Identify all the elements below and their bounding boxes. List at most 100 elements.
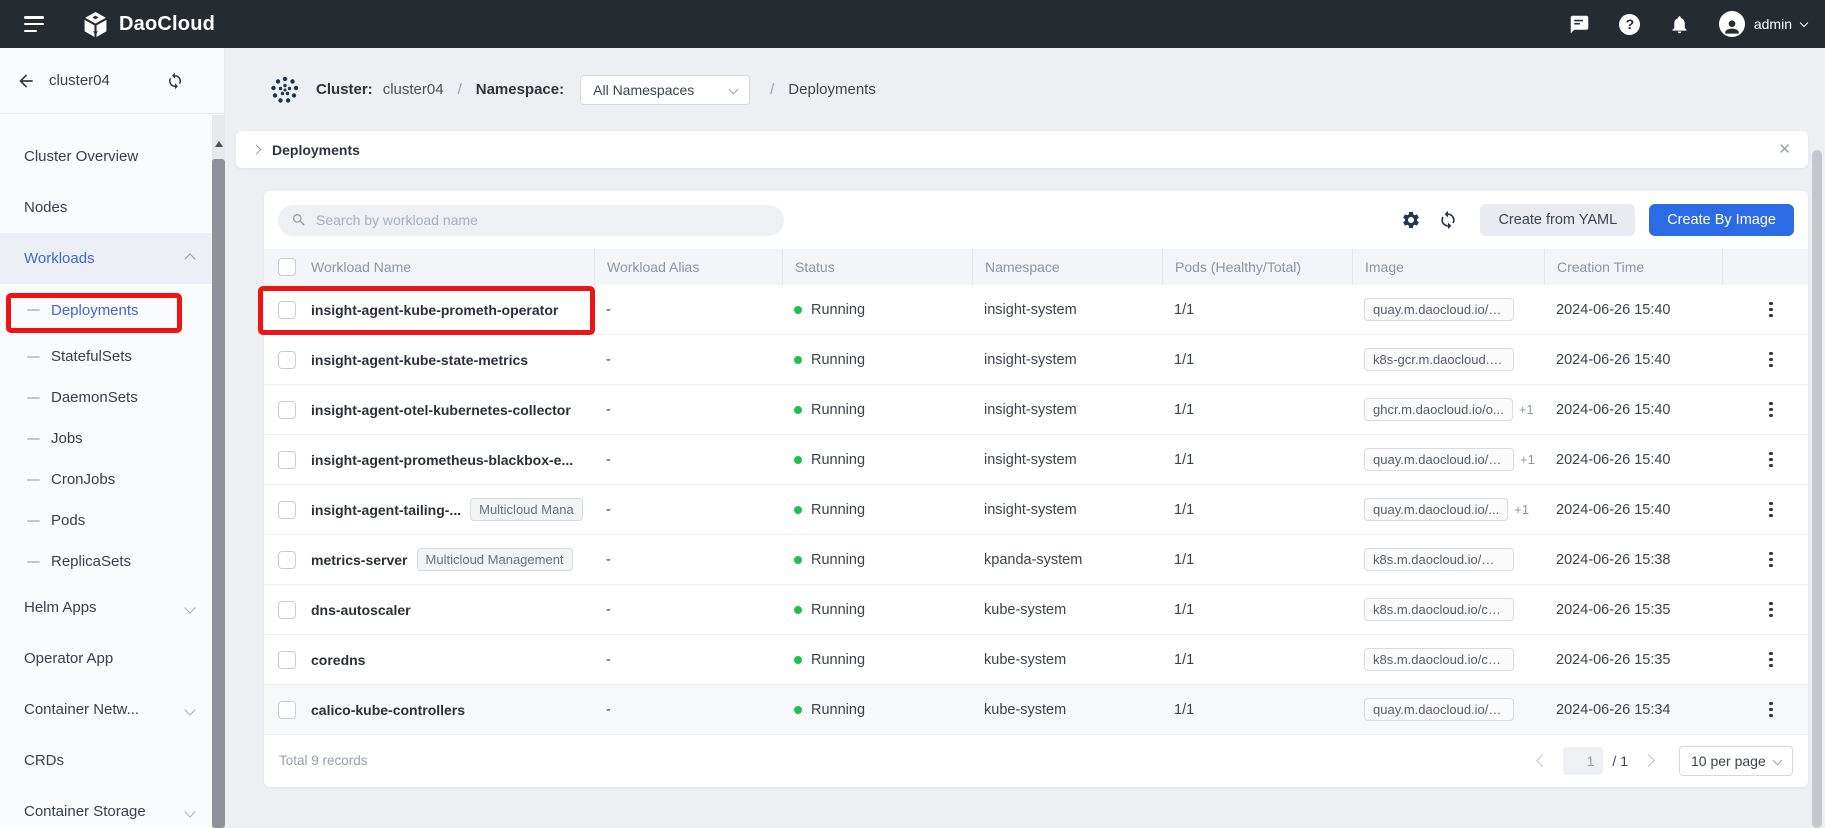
create-from-yaml-button[interactable]: Create from YAML — [1480, 204, 1635, 236]
menu-toggle-icon[interactable] — [24, 16, 46, 32]
tab-close-icon[interactable]: ✕ — [1778, 142, 1791, 157]
table-row[interactable]: insight-agent-kube-prometh-operator-Runn… — [264, 285, 1808, 335]
chat-icon[interactable] — [1569, 13, 1591, 35]
breadcrumb-separator: / — [458, 81, 462, 98]
user-menu[interactable]: admin — [1719, 11, 1807, 37]
search-input[interactable]: Search by workload name — [278, 205, 784, 236]
sidebar-scrollbar-thumb[interactable] — [212, 159, 225, 828]
row-actions-menu-icon[interactable] — [1759, 648, 1783, 672]
table-footer: Total 9 records 1 / 1 10 per page — [264, 735, 1808, 786]
sidebar-item-statefulsets[interactable]: StatefulSets — [0, 336, 224, 377]
namespace-select[interactable]: All Namespaces — [580, 75, 750, 105]
sidebar-item-container-netw[interactable]: Container Netw... — [0, 684, 224, 735]
row-actions-menu-icon[interactable] — [1759, 698, 1783, 722]
workload-name-link[interactable]: dns-autoscaler — [311, 602, 411, 618]
sidebar-item-workloads[interactable]: Workloads — [0, 233, 224, 284]
cluster-switch-icon[interactable] — [166, 72, 184, 90]
sidebar-item-operator-app[interactable]: Operator App — [0, 633, 224, 684]
status-text: Running — [811, 502, 865, 518]
workload-name-link[interactable]: insight-agent-kube-prometh-operator — [311, 302, 558, 318]
row-checkbox[interactable] — [278, 351, 296, 369]
row-checkbox[interactable] — [278, 501, 296, 519]
back-icon[interactable] — [16, 71, 36, 91]
row-actions-menu-icon[interactable] — [1759, 298, 1783, 322]
row-checkbox[interactable] — [278, 451, 296, 469]
workload-name-link[interactable]: coredns — [311, 652, 365, 668]
sidebar-item-nodes[interactable]: Nodes — [0, 182, 224, 233]
table-row[interactable]: coredns-Runningkube-system1/1k8s.m.daocl… — [264, 635, 1808, 685]
prev-page-icon[interactable] — [1537, 754, 1550, 767]
tab-deployments[interactable]: Deployments ✕ — [236, 131, 1808, 168]
workload-alias: - — [594, 502, 782, 518]
sidebar-item-crds[interactable]: CRDs — [0, 735, 224, 786]
cluster-value[interactable]: cluster04 — [383, 81, 444, 98]
workload-name-link[interactable]: insight-agent-prometheus-blackbox-e... — [311, 452, 573, 468]
workload-name-link[interactable]: insight-agent-tailing-... — [311, 502, 461, 518]
row-checkbox[interactable] — [278, 551, 296, 569]
sidebar-scrollbar[interactable] — [212, 115, 225, 828]
namespace-value: insight-system — [972, 502, 1162, 518]
row-actions-menu-icon[interactable] — [1759, 498, 1783, 522]
sidebar-item-cronjobs[interactable]: CronJobs — [0, 459, 224, 500]
per-page-select[interactable]: 10 per page — [1679, 746, 1793, 776]
page-input[interactable]: 1 — [1563, 747, 1603, 775]
next-page-icon[interactable] — [1642, 754, 1655, 767]
sub-item-dash — [27, 309, 40, 311]
bell-icon[interactable] — [1669, 13, 1691, 35]
table-row[interactable]: insight-agent-otel-kubernetes-collector -… — [264, 385, 1808, 435]
sidebar-item-replicasets[interactable]: ReplicaSets — [0, 541, 224, 582]
sidebar-item-jobs[interactable]: Jobs — [0, 418, 224, 459]
workload-name-link[interactable]: calico-kube-controllers — [311, 702, 465, 718]
creation-time: 2024-06-26 15:34 — [1544, 702, 1722, 718]
table-row[interactable]: insight-agent-prometheus-blackbox-e...-R… — [264, 435, 1808, 485]
row-checkbox[interactable] — [278, 651, 296, 669]
row-actions-menu-icon[interactable] — [1759, 598, 1783, 622]
pods-count: 1/1 — [1162, 502, 1352, 518]
table-row[interactable]: dns-autoscaler-Runningkube-system1/1k8s.… — [264, 585, 1808, 635]
sidebar-item-cluster-overview[interactable]: Cluster Overview — [0, 131, 224, 182]
row-actions-menu-icon[interactable] — [1759, 398, 1783, 422]
row-actions-menu-icon[interactable] — [1759, 448, 1783, 472]
chevron-down-icon — [184, 806, 195, 817]
sidebar-item-deployments[interactable]: Deployments — [0, 284, 224, 336]
row-checkbox[interactable] — [278, 401, 296, 419]
table-row[interactable]: insight-agent-kube-state-metrics-Running… — [264, 335, 1808, 385]
create-by-image-button[interactable]: Create By Image — [1649, 204, 1794, 236]
main-scrollbar[interactable] — [1812, 150, 1822, 828]
sidebar-item-pods[interactable]: Pods — [0, 500, 224, 541]
row-actions-menu-icon[interactable] — [1759, 348, 1783, 372]
col-workload-alias: Workload Alias — [594, 249, 782, 285]
scroll-up-arrow-icon[interactable] — [215, 141, 223, 147]
chevron-down-icon — [729, 85, 739, 95]
sidebar-item-container-storage[interactable]: Container Storage — [0, 786, 224, 828]
breadcrumb: Cluster: cluster04 / Namespace: All Name… — [225, 48, 1825, 131]
row-checkbox[interactable] — [278, 701, 296, 719]
sidebar-item-daemonsets[interactable]: DaemonSets — [0, 377, 224, 418]
refresh-icon[interactable] — [1438, 210, 1458, 230]
help-icon[interactable]: ? — [1619, 13, 1641, 35]
workload-name-link[interactable]: insight-agent-kube-state-metrics — [311, 352, 528, 368]
table-row[interactable]: calico-kube-controllers-Runningkube-syst… — [264, 685, 1808, 735]
image-extra-count: +1 — [1519, 402, 1534, 417]
row-actions-menu-icon[interactable] — [1759, 548, 1783, 572]
pods-count: 1/1 — [1162, 452, 1352, 468]
breadcrumb-separator: / — [770, 81, 774, 98]
select-all-checkbox[interactable] — [278, 258, 296, 276]
sidebar: cluster04 Cluster OverviewNodesWorkloads… — [0, 48, 225, 828]
row-checkbox[interactable] — [278, 301, 296, 319]
table-row[interactable]: insight-agent-tailing-...Multicloud Mana… — [264, 485, 1808, 535]
workload-name-link[interactable]: metrics-server — [311, 552, 408, 568]
table-row[interactable]: metrics-serverMulticloud Management-Runn… — [264, 535, 1808, 585]
sidebar-item-label: Helm Apps — [24, 599, 97, 616]
sidebar-item-label: Cluster Overview — [24, 148, 138, 165]
creation-time: 2024-06-26 15:40 — [1544, 452, 1722, 468]
workload-name-link[interactable]: insight-agent-otel-kubernetes-collector — [311, 402, 571, 418]
row-checkbox[interactable] — [278, 601, 296, 619]
pods-count: 1/1 — [1162, 652, 1352, 668]
settings-icon[interactable] — [1401, 210, 1421, 230]
creation-time: 2024-06-26 15:40 — [1544, 402, 1722, 418]
user-caret-icon — [1800, 18, 1808, 26]
sidebar-item-label: Pods — [51, 512, 85, 529]
workload-alias: - — [594, 402, 782, 418]
sidebar-item-helm-apps[interactable]: Helm Apps — [0, 582, 224, 633]
